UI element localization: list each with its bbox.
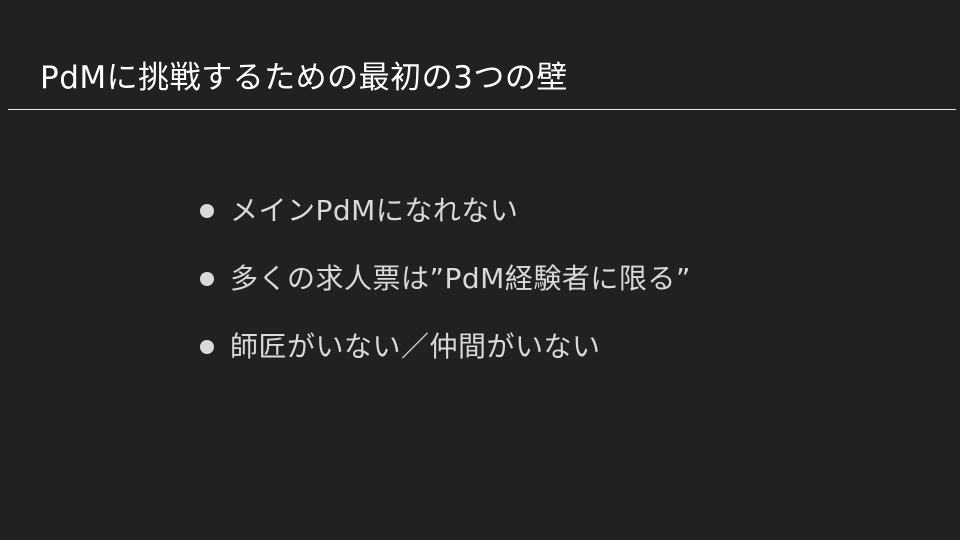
presentation-slide: PdMに挑戦するための最初の3つの壁 メインPdMになれない 多くの求人票は”P… [0, 0, 960, 540]
bullet-dot-icon [200, 340, 214, 354]
bullet-dot-icon [200, 204, 214, 218]
bullet-item: 師匠がいない／仲間がいない [200, 324, 691, 370]
bullet-text: メインPdMになれない [230, 194, 519, 227]
bullet-text: 多くの求人票は”PdM経験者に限る” [230, 262, 691, 295]
bullet-text: 師匠がいない／仲間がいない [230, 330, 601, 363]
slide-title: PdMに挑戦するための最初の3つの壁 [40, 60, 568, 96]
bullet-item: メインPdMになれない [200, 188, 691, 234]
bullet-dot-icon [200, 272, 214, 286]
title-divider [8, 109, 956, 110]
bullet-list: メインPdMになれない 多くの求人票は”PdM経験者に限る” 師匠がいない／仲間… [200, 188, 691, 392]
bullet-item: 多くの求人票は”PdM経験者に限る” [200, 256, 691, 302]
